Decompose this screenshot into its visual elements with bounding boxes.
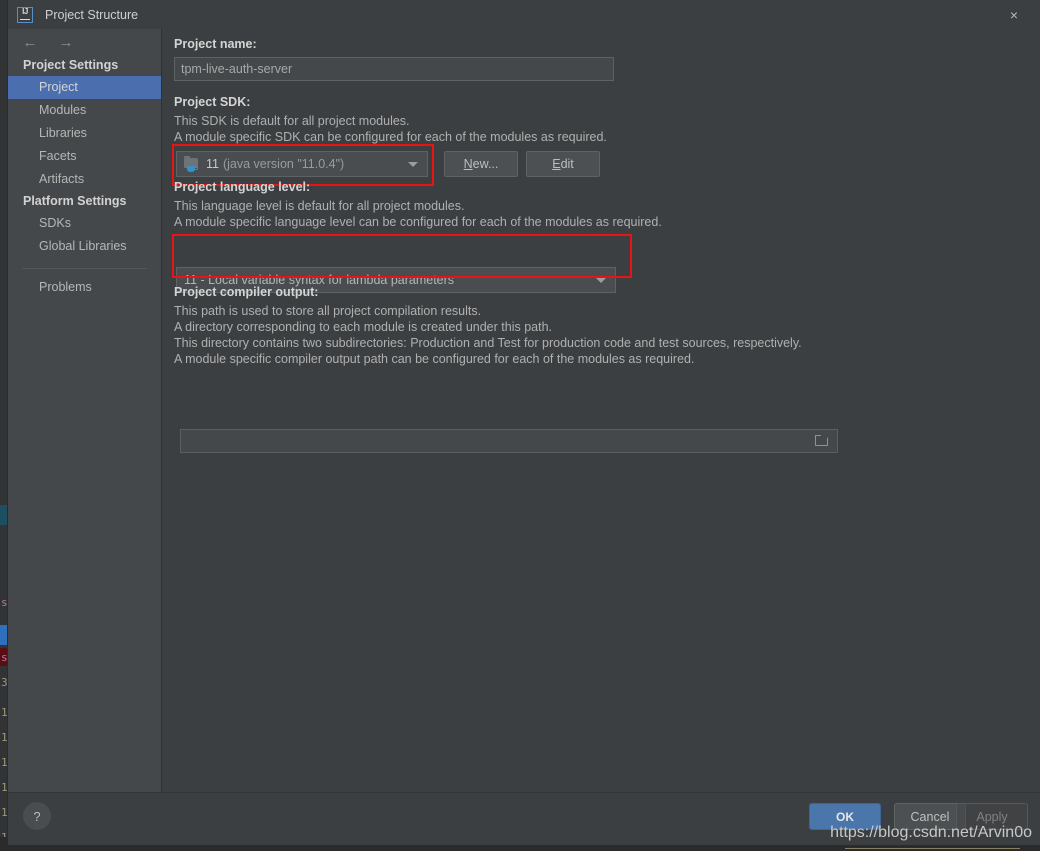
dialog-titlebar: Project Structure × [8, 0, 1040, 29]
project-compiler-output-description-line-1: This path is used to store all project c… [174, 304, 482, 318]
backdrop-code-underline [845, 848, 1020, 849]
backdrop-gutter-line: s [1, 651, 8, 664]
sidebar-item-project[interactable]: Project [8, 76, 161, 99]
project-sdk-description-line-1: This SDK is default for all project modu… [174, 114, 410, 128]
sidebar-item-global-libraries[interactable]: Global Libraries [8, 235, 161, 258]
backdrop-swatch-left-2 [0, 625, 8, 645]
edit-sdk-button-label: Edit [552, 157, 574, 171]
project-compiler-output-description-line-4: A module specific compiler output path c… [174, 352, 695, 366]
project-compiler-output-description-line-3: This directory contains two subdirectori… [174, 336, 802, 350]
sidebar-group-project-settings: Project Settings [23, 58, 119, 72]
project-name-input[interactable]: tpm-live-auth-server [174, 57, 614, 81]
chevron-down-icon [408, 162, 418, 167]
folder-browse-icon[interactable] [815, 435, 829, 447]
project-language-level-description-line-2: A module specific language level can be … [174, 215, 662, 229]
dialog-body: ← → Project Settings Project Modules Lib… [8, 29, 1040, 793]
project-sdk-label: Project SDK: [174, 95, 251, 109]
new-sdk-button[interactable]: New... [444, 151, 518, 177]
settings-sidebar: ← → Project Settings Project Modules Lib… [8, 29, 162, 793]
watermark-text: https://blog.csdn.net/Arvin0o [830, 824, 1032, 841]
project-sdk-description-line-2: A module specific SDK can be configured … [174, 130, 607, 144]
navigation-buttons: ← → [8, 29, 161, 55]
chevron-down-icon [596, 278, 606, 283]
project-language-level-label: Project language level: [174, 180, 311, 194]
project-compiler-output-label: Project compiler output: [174, 285, 319, 299]
jdk-folder-icon [184, 156, 200, 172]
project-name-label: Project name: [174, 37, 257, 51]
sidebar-item-libraries[interactable]: Libraries [8, 122, 161, 145]
backdrop-swatch-left-1 [0, 505, 8, 525]
edit-sdk-button[interactable]: Edit [526, 151, 600, 177]
new-sdk-button-label: New... [463, 157, 499, 171]
sidebar-item-sdks[interactable]: SDKs [8, 212, 161, 235]
backdrop-gutter-line: s [1, 596, 8, 609]
sidebar-item-modules[interactable]: Modules [8, 99, 161, 122]
help-icon[interactable]: ? [23, 802, 51, 830]
dialog-title: Project Structure [45, 7, 139, 22]
sidebar-divider [22, 268, 147, 269]
sidebar-item-facets[interactable]: Facets [8, 145, 161, 168]
project-sdk-version: 11 [206, 157, 219, 171]
sidebar-item-problems[interactable]: Problems [8, 276, 161, 299]
project-sdk-java-version: (java version "11.0.4") [222, 157, 345, 171]
intellij-idea-icon [17, 6, 33, 23]
forward-arrow-icon[interactable]: → [56, 33, 76, 51]
settings-content-pane: Project name: tpm-live-auth-server Proje… [162, 29, 1040, 793]
project-structure-dialog: Project Structure × ← → Project Settings… [8, 0, 1040, 845]
project-compiler-output-description-line-2: A directory corresponding to each module… [174, 320, 552, 334]
close-icon[interactable]: × [1004, 5, 1024, 25]
project-sdk-dropdown[interactable]: 11 (java version "11.0.4") [176, 151, 428, 177]
sidebar-item-artifacts[interactable]: Artifacts [8, 168, 161, 191]
back-arrow-icon[interactable]: ← [20, 33, 40, 51]
sidebar-group-platform-settings: Platform Settings [23, 194, 127, 208]
project-compiler-output-input[interactable] [180, 429, 838, 453]
project-language-level-description-line-1: This language level is default for all p… [174, 199, 465, 213]
